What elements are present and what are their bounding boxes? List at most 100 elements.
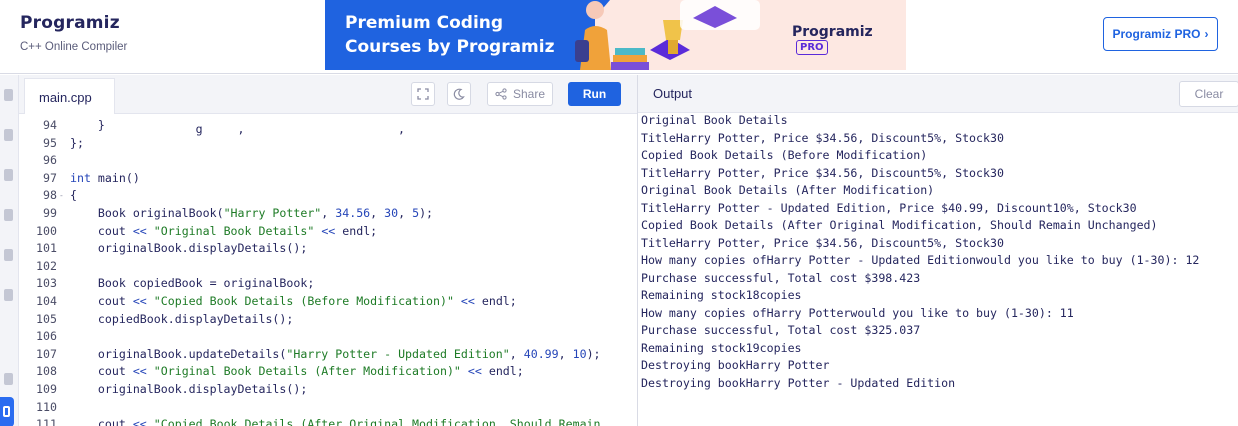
code-text: Book copiedBook = originalBook; <box>70 276 315 291</box>
code-text: copiedBook.displayDetails(); <box>70 311 294 326</box>
python-icon <box>4 89 13 101</box>
fold-toggle-icon[interactable]: - <box>59 187 64 205</box>
line-number: 100 <box>36 223 57 238</box>
code-line: 94 } <box>19 117 637 135</box>
output-line: Copied Book Details (After Original Modi… <box>641 218 1158 232</box>
share-button[interactable]: Share <box>487 82 553 106</box>
line-number: 109 <box>36 382 57 396</box>
output-console: Original Book Details TitleHarry Potter, … <box>638 113 1238 426</box>
output-line: Copied Book Details (Before Modification… <box>641 148 928 162</box>
line-number: 94 <box>43 118 57 132</box>
run-label: Run <box>582 87 607 101</box>
sidebar-item-c[interactable] <box>2 283 15 307</box>
share-label: Share <box>512 87 546 101</box>
code-text: cout << "Copied Book Details (After Orig… <box>70 417 601 426</box>
banner-person-head <box>586 1 604 19</box>
code-line: 95}; <box>19 135 637 153</box>
line-number: 110 <box>36 399 57 414</box>
output-line: Purchase successful, Total cost $398.423 <box>641 270 921 285</box>
output-line: How many copies ofHarry Potter - Updated… <box>641 253 1200 267</box>
tab-label: main.cpp <box>39 89 92 105</box>
sidebar-item-cpp-active[interactable] <box>0 397 14 426</box>
output-line: Original Book Details (After Modificatio… <box>641 183 935 197</box>
clear-label: Clear <box>1194 87 1224 101</box>
banner-brand-name: Programiz <box>792 24 873 40</box>
code-text: originalBook.displayDetails(); <box>70 382 308 396</box>
line-number: 103 <box>36 276 57 291</box>
top-header: Programiz C++ Online Compiler Premium Co… <box>0 0 1238 74</box>
logo-text: Programiz <box>20 13 120 33</box>
theme-toggle-button[interactable] <box>447 82 471 106</box>
code-text: cout << "Original Book Details" << endl; <box>70 223 378 238</box>
fullscreen-icon <box>417 88 429 100</box>
banner-line-1: Premium Coding <box>345 13 504 33</box>
line-number: 99 <box>43 206 57 220</box>
tab-main-cpp[interactable]: main.cpp <box>24 78 115 115</box>
output-title: Output <box>653 86 693 101</box>
output-line: Destroying bookHarry Potter <box>641 358 830 372</box>
line-number: 105 <box>36 311 57 326</box>
page-subtitle: C++ Online Compiler <box>20 41 128 53</box>
output-line: TitleHarry Potter - Updated Edition, Pri… <box>641 200 1137 215</box>
sql-icon <box>4 169 13 181</box>
code-line: 109 originalBook.displayDetails(); <box>19 381 637 399</box>
sidebar-item-r[interactable] <box>2 123 15 147</box>
line-number: 97 <box>43 170 57 185</box>
output-line: Remaining stock19copies <box>641 340 802 355</box>
code-text: Book originalBook("Harry Potter", 34.56,… <box>70 206 434 220</box>
code-text: originalBook.updateDetails("Harry Potter… <box>70 346 601 361</box>
code-line: 108 cout << "Original Book Details (Afte… <box>19 363 637 381</box>
sidebar-item-sql[interactable] <box>2 163 15 187</box>
programiz-pro-button[interactable]: Programiz PRO › <box>1103 17 1218 51</box>
programiz-logo[interactable]: Programiz <box>20 13 120 33</box>
line-number: 95 <box>43 135 57 150</box>
line-number: 108 <box>36 364 57 379</box>
sidebar-item-java[interactable] <box>2 243 15 267</box>
chevron-right-icon: › <box>1204 27 1209 41</box>
output-toolbar: Output Clear <box>638 75 1238 113</box>
clear-button[interactable]: Clear <box>1179 81 1238 107</box>
line-number: 106 <box>36 329 57 344</box>
code-text: int main() <box>70 170 140 185</box>
banner-book-1 <box>615 48 645 55</box>
editor-toolbar: main.cpp Share Run <box>19 75 637 115</box>
java-icon <box>4 249 13 261</box>
output-line: TitleHarry Potter, Price $34.56, Discoun… <box>641 165 1004 180</box>
output-line: How many copies ofHarry Potterwould you … <box>641 305 1074 320</box>
banner-headline: Premium Coding Courses by Programiz <box>345 11 554 59</box>
code-line: 99 Book originalBook("Harry Potter", 34.… <box>19 205 637 223</box>
output-line: Purchase successful, Total cost $325.037 <box>641 323 921 337</box>
html-icon <box>4 209 13 221</box>
code-line: 111 cout << "Copied Book Details (After … <box>19 416 637 426</box>
run-button[interactable]: Run <box>568 82 621 106</box>
code-line: 110 <box>19 399 637 417</box>
line-number: 102 <box>36 258 57 273</box>
banner-backpack <box>575 40 589 62</box>
sidebar-item-python[interactable] <box>2 83 15 107</box>
code-line: 96 <box>19 152 637 170</box>
sidebar-item-html[interactable] <box>2 203 15 227</box>
csharp-icon <box>4 373 13 385</box>
line-number: 104 <box>36 294 57 308</box>
code-line: 102 <box>19 258 637 276</box>
code-editor[interactable]: g , , 94 } 95}; 96 97 int main() 98-{99 Book … <box>19 114 637 426</box>
fullscreen-button[interactable] <box>411 82 435 106</box>
output-line: TitleHarry Potter, Price $34.56, Discoun… <box>641 235 1004 250</box>
line-number: 96 <box>43 153 57 168</box>
output-line: Original Book Details <box>641 113 788 127</box>
output-line: Remaining stock18copies <box>641 288 802 302</box>
banner-book-2 <box>613 55 647 62</box>
sidebar-item-csharp[interactable] <box>2 367 15 391</box>
banner-book-3 <box>611 62 649 70</box>
code-text: originalBook.displayDetails(); <box>70 241 308 256</box>
banner-brand: ProgramizPRO <box>792 24 906 56</box>
promo-banner[interactable]: Premium Coding Courses by Programiz Prog… <box>325 0 906 70</box>
share-icon <box>495 88 507 100</box>
line-number: 98 <box>43 188 57 203</box>
banner-trophy-stem <box>668 40 678 54</box>
line-number: 101 <box>36 241 57 256</box>
language-sidebar <box>0 75 19 426</box>
code-text: cout << "Copied Book Details (Before Mod… <box>70 294 517 308</box>
output-line: TitleHarry Potter, Price $34.56, Discoun… <box>641 130 1004 145</box>
code-line: 100 cout << "Original Book Details" << e… <box>19 223 637 241</box>
